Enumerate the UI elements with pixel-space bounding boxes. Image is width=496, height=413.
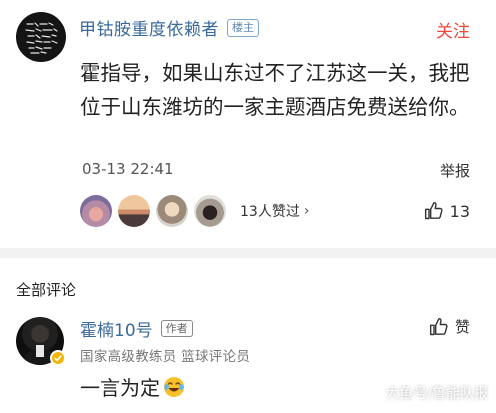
post-like-button[interactable]: 13 (424, 201, 470, 221)
likers-count-text: 13人赞过 (240, 204, 300, 220)
post-author-name[interactable]: 甲钴胺重度依赖者 (79, 15, 219, 40)
handwriting-avatar-icon (25, 22, 58, 54)
liker-avatar (194, 195, 226, 227)
comments-section-title: 全部评论 (16, 281, 77, 299)
section-divider (0, 248, 496, 258)
liker-avatar (118, 195, 150, 227)
liker-avatar (156, 195, 188, 227)
watermark-text: 大鱼号/鲁能队报 (385, 386, 488, 402)
thumbs-up-icon (429, 317, 448, 335)
thumbs-up-icon (424, 201, 443, 220)
report-button[interactable]: 举报 (440, 160, 470, 181)
post-timestamp: 03-13 22:41 (82, 160, 174, 178)
laughing-emoji-icon (164, 376, 184, 397)
author-badge: 作者 (160, 320, 193, 337)
post-card: 甲钴胺重度依赖者 楼主 关注 霍指导，如果山东过不了江苏这一关，我把位于山东潍坊… (0, 0, 496, 245)
verified-badge-icon (50, 350, 66, 366)
chevron-right-icon: › (303, 203, 310, 219)
follow-button[interactable]: 关注 (436, 17, 470, 42)
likers-row[interactable]: 13人赞过 › (80, 195, 309, 227)
post-body-text: 霍指导，如果山东过不了江苏这一关，我把位于山东潍坊的一家主题酒店免费送给你。 (80, 61, 470, 119)
comment-text-content: 一言为定 (80, 376, 160, 400)
post-author-row: 甲钴胺重度依赖者 楼主 (79, 15, 259, 40)
avatar-collar (36, 345, 44, 357)
commenter-title: 国家高级教练员 篮球评论员 (80, 349, 251, 365)
post-like-count: 13 (449, 201, 470, 221)
owner-badge: 楼主 (227, 18, 259, 37)
comment-text: 一言为定 (80, 372, 186, 401)
comment-like-button[interactable]: 赞 (429, 316, 470, 337)
commenter-row: 霍楠10号 作者 (80, 316, 193, 341)
post-author-avatar[interactable] (16, 12, 66, 62)
comment-like-label: 赞 (454, 318, 470, 336)
commenter-name[interactable]: 霍楠10号 (80, 316, 153, 341)
liker-avatar (80, 195, 112, 227)
